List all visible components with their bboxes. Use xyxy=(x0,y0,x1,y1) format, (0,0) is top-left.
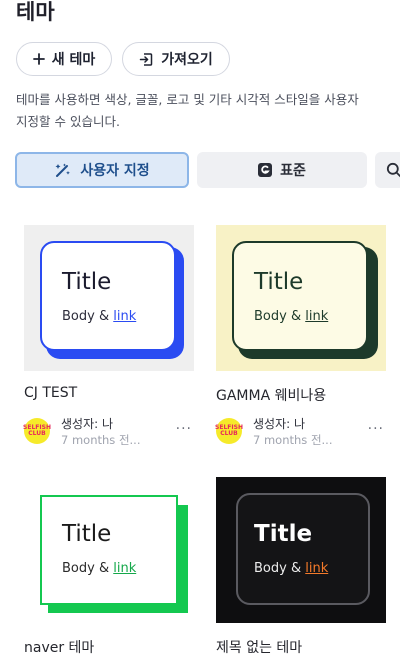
preview-body-text: Body & xyxy=(254,309,302,324)
preview-body: Body & link xyxy=(254,309,328,324)
preview-title: Title xyxy=(254,521,313,547)
search-button[interactable] xyxy=(375,152,400,188)
preview-title: Title xyxy=(62,269,112,295)
gamma-logo-icon xyxy=(258,163,273,177)
preview-card: Title Body & link xyxy=(236,493,370,605)
theme-thumbnail[interactable]: Title Body & link xyxy=(24,477,194,623)
preview-body-text: Body & xyxy=(254,561,302,576)
preview-card: Title Body & link xyxy=(232,241,368,351)
creator-label: 생성자: 나 xyxy=(253,417,306,431)
preview-title: Title xyxy=(62,521,112,547)
theme-thumbnail[interactable]: Title Body & link xyxy=(216,225,386,371)
preview-body: Body & link xyxy=(254,561,328,576)
preview-link: link xyxy=(113,309,137,324)
page-title: 테마 xyxy=(16,0,55,24)
theme-card[interactable]: Title Body & link 제목 없는 테마 xyxy=(216,477,386,656)
tab-standard-label: 표준 xyxy=(280,163,306,179)
theme-thumbnail[interactable]: Title Body & link xyxy=(216,477,386,623)
preview-card: Title Body & link xyxy=(40,495,178,605)
wand-sparkle-icon xyxy=(54,161,72,179)
preview-title: Title xyxy=(254,269,304,295)
theme-creator: SELFISH CLUB 생성자: 나 7 months 전... ... xyxy=(23,415,194,451)
themes-page: 테마 새 테마 가져오기 테마를 사용하면 색상, 글꼴, 로고 및 기타 시각… xyxy=(0,0,400,666)
theme-name: 제목 없는 테마 xyxy=(216,640,303,656)
preview-body: Body & link xyxy=(62,309,136,324)
avatar-text-line-2: CLUB xyxy=(28,430,46,437)
plus-icon xyxy=(32,53,45,65)
import-icon xyxy=(139,52,154,67)
tab-custom-label: 사용자 지정 xyxy=(80,163,150,179)
preview-body-text: Body & xyxy=(62,309,110,324)
preview-link: link xyxy=(305,309,329,324)
avatar: SELFISH CLUB xyxy=(215,418,243,444)
theme-card[interactable]: Title Body & link CJ TEST SELFISH CLUB 생… xyxy=(23,225,194,447)
theme-creator: SELFISH CLUB 생성자: 나 7 months 전... ... xyxy=(215,415,386,451)
preview-card: Title Body & link xyxy=(40,241,176,351)
tab-custom[interactable]: 사용자 지정 xyxy=(15,152,189,188)
more-options-icon[interactable]: ... xyxy=(368,417,384,433)
page-description: 테마를 사용하면 색상, 글꼴, 로고 및 기타 시각적 스타일을 사용자 지정… xyxy=(16,89,400,133)
description-line-2: 지정할 수 있습니다. xyxy=(16,114,120,129)
new-theme-button[interactable]: 새 테마 xyxy=(16,42,112,76)
preview-body: Body & link xyxy=(62,561,136,576)
theme-name: CJ TEST xyxy=(24,385,78,401)
updated-time: 7 months 전... xyxy=(61,433,141,447)
preview-link: link xyxy=(113,561,137,576)
search-icon xyxy=(386,162,400,178)
more-options-icon[interactable]: ... xyxy=(176,417,192,433)
theme-card[interactable]: Title Body & link GAMMA 웨비나용 SELFISH CLU… xyxy=(215,225,386,447)
theme-name: GAMMA 웨비나용 xyxy=(216,388,327,404)
preview-link: link xyxy=(305,561,329,576)
avatar: SELFISH CLUB xyxy=(23,418,51,444)
theme-thumbnail[interactable]: Title Body & link xyxy=(24,225,194,371)
theme-name: naver 테마 xyxy=(24,640,95,656)
new-theme-label: 새 테마 xyxy=(51,52,96,68)
preview-body-text: Body & xyxy=(62,561,110,576)
creator-label: 생성자: 나 xyxy=(61,417,114,431)
import-button[interactable]: 가져오기 xyxy=(122,42,230,76)
tab-standard[interactable]: 표준 xyxy=(197,152,367,188)
description-line-1: 테마를 사용하면 색상, 글꼴, 로고 및 기타 시각적 스타일을 사용자 xyxy=(16,92,359,107)
import-label: 가져오기 xyxy=(161,52,213,68)
theme-card[interactable]: Title Body & link naver 테마 xyxy=(24,477,194,656)
avatar-text-line-2: CLUB xyxy=(220,430,238,437)
updated-time: 7 months 전... xyxy=(253,433,333,447)
